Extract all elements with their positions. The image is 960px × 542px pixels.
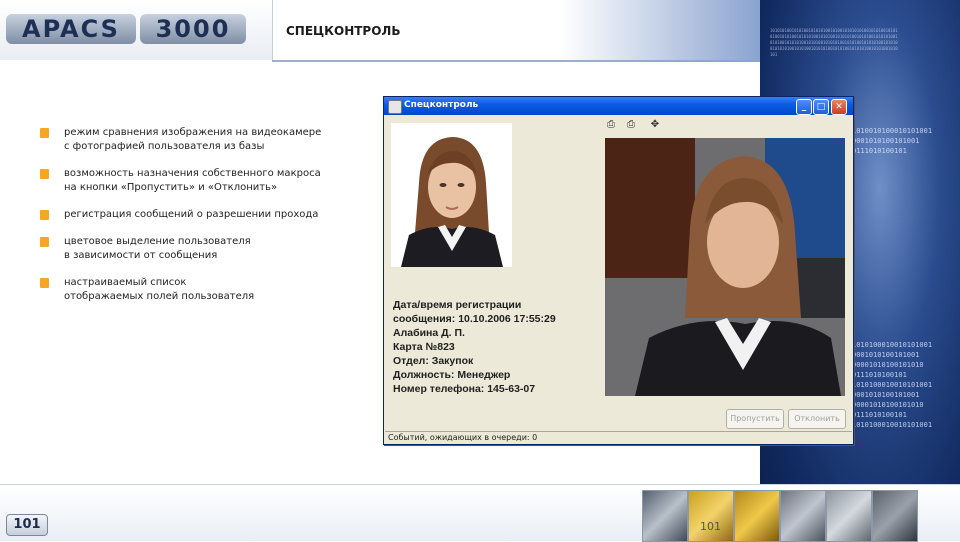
speccontrol-window: Спецконтроль _ □ ✕ ⎙ ⎙ ✥ Дата/время реги… bbox=[383, 96, 854, 445]
info-user-name: Алабина Д. П. bbox=[393, 327, 465, 339]
window-titlebar[interactable]: Спецконтроль _ □ ✕ bbox=[384, 97, 853, 115]
binary-line: 0001010100101001 bbox=[852, 391, 920, 399]
feature-text: в зависимости от сообщения bbox=[64, 250, 218, 261]
footer-thumbnail bbox=[688, 490, 734, 542]
window-title: Спецконтроль bbox=[404, 100, 479, 110]
reject-button[interactable]: Отклонить bbox=[788, 409, 846, 429]
binary-line: 00001010100101010 bbox=[852, 361, 924, 369]
feature-item: регистрация сообщений о разрешении прохо… bbox=[40, 208, 350, 222]
info-datetime-label: Дата/время регистрации bbox=[393, 299, 522, 311]
binary-line: 1010010100010101001 bbox=[852, 127, 933, 135]
binary-line: 1010100010010101001 bbox=[852, 421, 933, 429]
move-icon[interactable]: ✥ bbox=[649, 119, 661, 131]
binary-line: 0111010100101 bbox=[852, 411, 907, 419]
binary-text-decoration: 1010101001010100101010100101001010101010… bbox=[770, 28, 898, 57]
binary-block-bottom: 1010100010010101001 0001010100101001 000… bbox=[852, 340, 932, 430]
footer-thumbnail bbox=[826, 490, 872, 542]
feature-list: режим сравнения изображения на видеокаме… bbox=[40, 126, 350, 317]
camera-frame bbox=[605, 138, 845, 396]
binary-line: 00001010100101010 bbox=[852, 401, 924, 409]
feature-text: настраиваемый список bbox=[64, 277, 187, 288]
feature-text: регистрация сообщений о разрешении прохо… bbox=[64, 209, 319, 220]
info-datetime-value: сообщения: 10.10.2006 17:55:29 bbox=[393, 313, 556, 325]
feature-text: на кнопки «Пропустить» и «Отклонить» bbox=[64, 182, 278, 193]
print-preview-icon[interactable]: ⎙ bbox=[625, 119, 637, 131]
page-number-badge: 101 bbox=[6, 514, 48, 536]
minimize-button[interactable]: _ bbox=[796, 99, 812, 115]
info-phone: Номер телефона: 145-63-07 bbox=[393, 383, 536, 395]
status-bar: Событий, ожидающих в очереди: 0 bbox=[385, 431, 852, 443]
feature-text: отображаемых полей пользователя bbox=[64, 291, 255, 302]
slide-title: СПЕЦКОНТРОЛЬ bbox=[286, 24, 401, 38]
user-database-photo bbox=[391, 123, 512, 267]
binary-block-top: 1010010100010101001 0001010100101001 011… bbox=[852, 126, 932, 156]
binary-line: 0111010100101 bbox=[852, 371, 907, 379]
app-icon bbox=[388, 100, 402, 114]
feature-item: цветовое выделение пользователя в зависи… bbox=[40, 235, 350, 263]
bullet-square-icon bbox=[40, 278, 49, 288]
binary-line: 0001010100101001 bbox=[852, 137, 920, 145]
bullet-square-icon bbox=[40, 128, 49, 138]
feature-text: режим сравнения изображения на видеокаме… bbox=[64, 127, 322, 138]
event-info-panel: Дата/время регистрации сообщения: 10.10.… bbox=[393, 298, 556, 396]
feature-text: цветовое выделение пользователя bbox=[64, 236, 251, 247]
feature-item: настраиваемый список отображаемых полей … bbox=[40, 276, 350, 304]
bullet-square-icon bbox=[40, 237, 49, 247]
allow-button[interactable]: Пропустить bbox=[726, 409, 784, 429]
binary-line: 0001010100101001 bbox=[852, 351, 920, 359]
close-button[interactable]: ✕ bbox=[831, 99, 847, 115]
logo: APACS 3000 bbox=[0, 0, 273, 60]
print-icon[interactable]: ⎙ bbox=[605, 119, 617, 131]
bullet-square-icon bbox=[40, 210, 49, 220]
binary-line: 1010100010010101001 bbox=[852, 341, 933, 349]
info-department: Отдел: Закупок bbox=[393, 355, 474, 367]
footer-thumbnail bbox=[872, 490, 918, 542]
info-position: Должность: Менеджер bbox=[393, 369, 511, 381]
footer-thumbnail bbox=[734, 490, 780, 542]
binary-line: 0111010100101 bbox=[852, 147, 907, 155]
feature-item: возможность назначения собственного макр… bbox=[40, 167, 350, 195]
feature-text: с фотографией пользователя из базы bbox=[64, 141, 265, 152]
logo-3000: 3000 bbox=[140, 14, 246, 44]
footer-thumbnail bbox=[642, 490, 688, 542]
background-fade bbox=[560, 0, 760, 62]
logo-text-3000: 3000 bbox=[155, 15, 231, 43]
bullet-square-icon bbox=[40, 169, 49, 179]
portrait-image bbox=[391, 123, 512, 267]
camera-image bbox=[605, 138, 845, 396]
binary-line: 1010100010010101001 bbox=[852, 381, 933, 389]
info-card-number: Карта №823 bbox=[393, 341, 455, 353]
feature-item: режим сравнения изображения на видеокаме… bbox=[40, 126, 350, 154]
logo-text-apacs: APACS bbox=[22, 15, 120, 43]
maximize-button[interactable]: □ bbox=[813, 99, 829, 115]
logo-apacs: APACS bbox=[6, 14, 136, 44]
page-number: 101 bbox=[700, 520, 721, 533]
footer-thumbnail bbox=[780, 490, 826, 542]
feature-text: возможность назначения собственного макр… bbox=[64, 168, 321, 179]
